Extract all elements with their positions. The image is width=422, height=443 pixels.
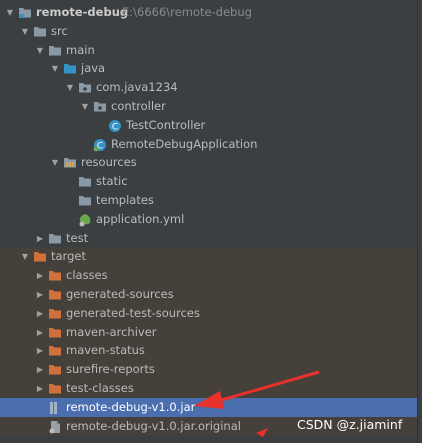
annotation-arrow-layer: [194, 370, 320, 437]
red-annotation-mark: [256, 428, 268, 437]
red-annotation-arrow: [194, 370, 320, 409]
